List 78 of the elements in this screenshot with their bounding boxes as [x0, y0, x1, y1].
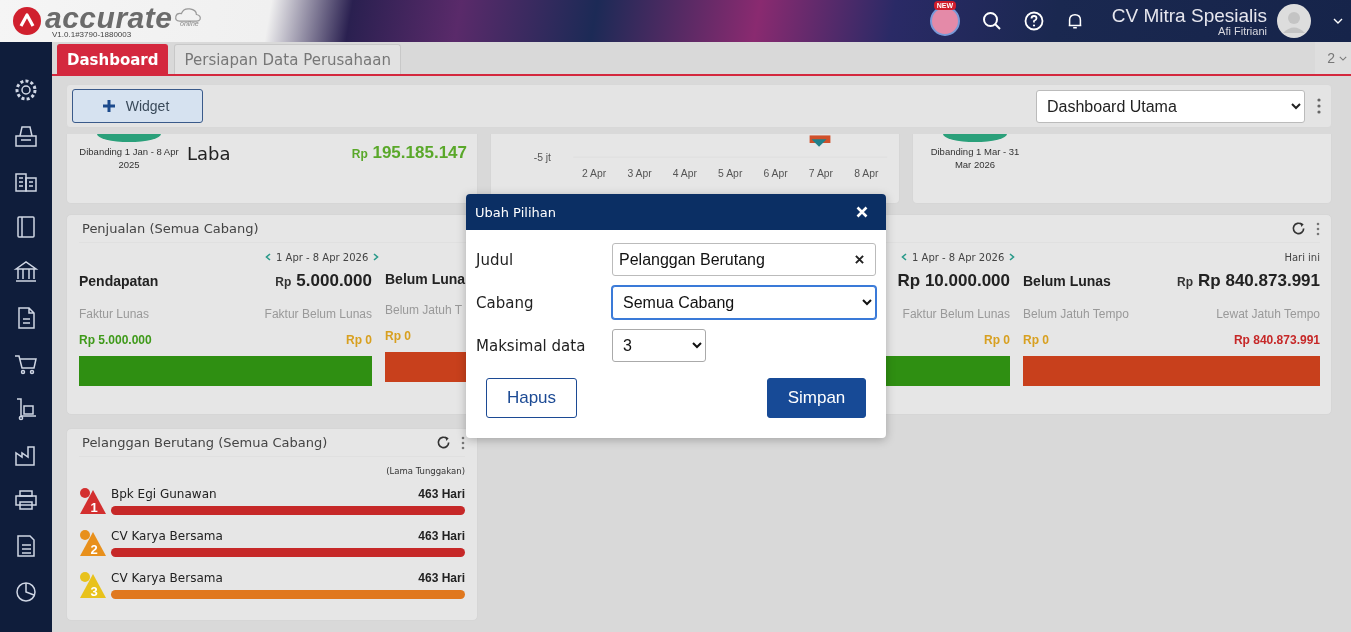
sub-label: Lewat Jatuh Tempo: [1216, 307, 1320, 321]
more-icon[interactable]: [1317, 98, 1321, 114]
sub-value: Rp 0: [1023, 333, 1049, 347]
user-name: Afi Fitriani: [1218, 25, 1267, 37]
sub-value: Rp 0: [346, 333, 372, 347]
warning-rank-icon: 3: [79, 571, 107, 599]
metric-label: Belum Luna: [385, 271, 466, 287]
widget-title: Penjualan (Semua Cabang): [82, 221, 259, 236]
metric-amount: Rp 840.873.991: [1198, 271, 1320, 291]
profit-amount: Rp 195.185.147: [351, 143, 467, 163]
metric-amount: 5.000.000: [296, 271, 372, 291]
title-input[interactable]: Pelanggan Berutang: [612, 243, 876, 276]
comparison-text: Dibanding 1 Mar - 31 Mar 2026: [929, 145, 1021, 171]
column-note: (Lama Tunggakan): [385, 466, 465, 476]
customer-name: CV Karya Bersama: [111, 571, 223, 585]
period-label: 1 Apr - 8 Apr 2026: [276, 251, 369, 263]
logo-icon: [12, 6, 42, 36]
warning-rank-icon: 2: [79, 529, 107, 557]
comparison-text: Dibanding 1 Jan - 8 Apr 2025: [78, 145, 180, 171]
gauge-arc-icon: [97, 134, 161, 142]
sub-value: Rp 5.000.000: [79, 333, 152, 347]
refresh-icon[interactable]: [1291, 221, 1306, 236]
more-icon[interactable]: [1316, 221, 1320, 236]
chevron-right-icon[interactable]: [373, 253, 380, 261]
sub-label: Faktur Belum Lunas: [902, 307, 1010, 321]
metric-label: Pendapatan: [79, 273, 159, 289]
search-icon[interactable]: [981, 11, 1002, 31]
sub-value: Rp 0: [984, 333, 1010, 347]
refresh-icon[interactable]: [436, 435, 451, 450]
gear-icon[interactable]: [13, 77, 39, 103]
overdue-days: 463 Hari: [418, 571, 465, 585]
more-icon[interactable]: [461, 435, 465, 450]
chart-drawing: -5 jt 2 Apr 3 Apr 4 Apr 5 Apr 6 Apr 7 Apr 8 Apr: [511, 134, 889, 186]
sub-value: Rp 0: [385, 329, 411, 343]
caret-icon[interactable]: [1333, 18, 1343, 24]
add-widget-button[interactable]: Widget: [72, 89, 203, 123]
profit-label: Laba: [187, 143, 231, 164]
branch-select[interactable]: Semua Cabang: [612, 286, 876, 319]
avatar-icon[interactable]: [1277, 4, 1311, 38]
chevron-left-icon[interactable]: [901, 253, 907, 261]
gauge-arc-icon: [943, 134, 1007, 142]
caret-icon: [1339, 55, 1347, 61]
chevron-left-icon[interactable]: [265, 253, 271, 261]
company-name: CV Mitra Spesialis: [1111, 5, 1267, 25]
field-label: Maksimal data: [476, 336, 587, 355]
save-button[interactable]: Simpan: [767, 378, 866, 418]
sub-label: Belum Jatuh T: [385, 303, 463, 317]
plus-icon: [101, 99, 116, 113]
overdue-days: 463 Hari: [418, 487, 465, 501]
clear-icon[interactable]: [855, 255, 864, 264]
dialog-title: Ubah Pilihan: [475, 204, 556, 220]
chevron-right-icon[interactable]: [1009, 253, 1016, 261]
metric-amount: Rp 10.000.000: [897, 271, 1010, 291]
sub-label: Faktur Lunas: [79, 307, 150, 321]
sub-value: Rp 840.873.991: [1233, 333, 1320, 347]
delete-button[interactable]: Hapus: [486, 378, 577, 418]
sub-label: Faktur Belum Lunas: [264, 307, 372, 321]
close-icon[interactable]: [856, 206, 868, 218]
help-icon[interactable]: [1023, 11, 1044, 31]
metric-label: Belum Lunas: [1023, 273, 1111, 289]
period-note: Hari ini: [1284, 251, 1320, 263]
cloud-icon: [174, 5, 203, 23]
customer-name: CV Karya Bersama: [111, 529, 223, 543]
logo-wordmark: accurate: [45, 3, 173, 33]
widget-title: Pelanggan Berutang (Semua Cabang): [82, 435, 328, 450]
currency-label: Rp: [275, 275, 292, 289]
period-label: 1 Apr - 8 Apr 2026: [912, 251, 1005, 263]
warning-rank-icon: 1: [79, 487, 107, 515]
tab[interactable]: Dashboard: [57, 44, 169, 74]
field-label: Judul: [476, 250, 515, 269]
currency-label: Rp: [1177, 275, 1194, 289]
overdue-days: 463 Hari: [418, 529, 465, 543]
max-data-select[interactable]: 3: [612, 329, 706, 362]
field-label: Cabang: [476, 293, 535, 312]
sub-label: Belum Jatuh Tempo: [1023, 307, 1129, 321]
customer-name: Bpk Egi Gunawan: [111, 487, 217, 501]
version-label: V1.0.1#3790-1880003: [52, 30, 132, 39]
dashboard-select[interactable]: Dashboard Utama: [1036, 89, 1305, 123]
